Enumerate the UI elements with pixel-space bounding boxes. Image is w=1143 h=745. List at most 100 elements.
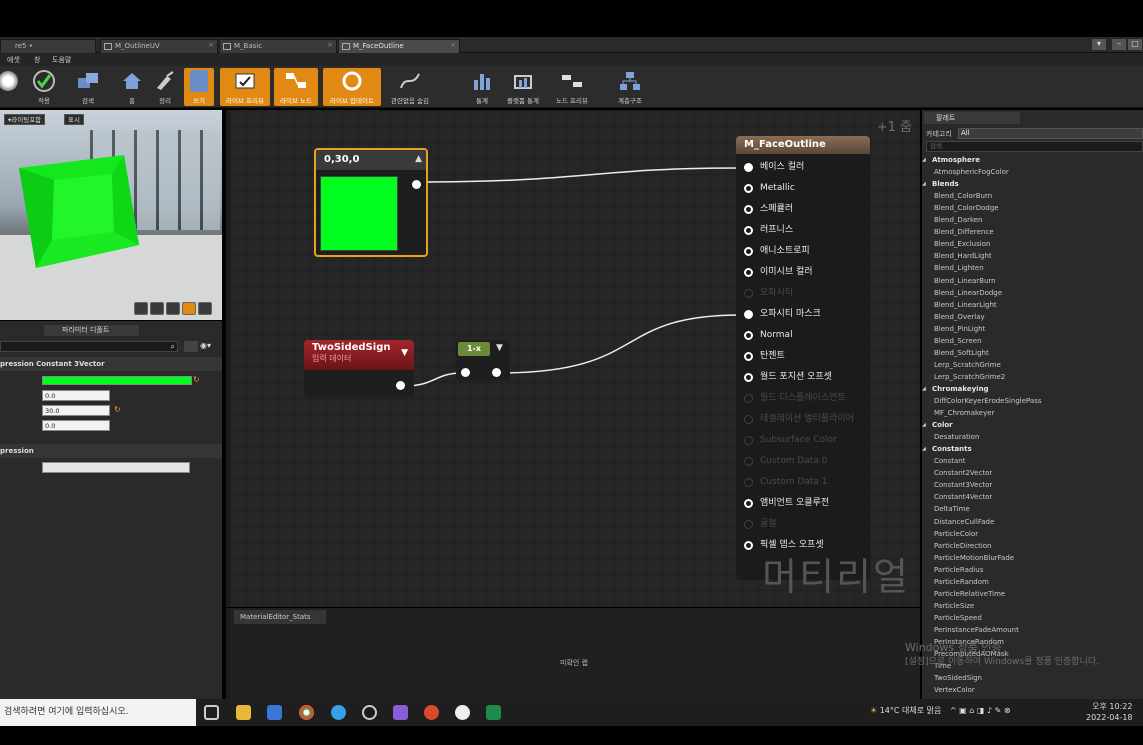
palette-item[interactable]: Lerp_ScratchGrime2 xyxy=(934,373,1005,381)
one-minus-input-pin[interactable] xyxy=(461,368,470,377)
clock[interactable]: 오후 10:22 2022-04-18 xyxy=(1086,701,1133,723)
palette-item[interactable]: Constant2Vector xyxy=(934,469,992,477)
task-view-icon[interactable] xyxy=(204,705,219,720)
palette-item[interactable]: Blend_LinearBurn xyxy=(934,277,996,285)
chrome-icon[interactable] xyxy=(299,705,314,720)
close-icon[interactable]: × xyxy=(208,41,214,49)
material-input-pin[interactable] xyxy=(744,226,753,235)
material-input-pin[interactable] xyxy=(744,331,753,340)
platform-stats-button[interactable]: 플랫폼 통계 xyxy=(500,68,546,106)
palette-item[interactable]: ParticleSize xyxy=(934,602,974,610)
palette-item[interactable]: ParticleColor xyxy=(934,530,978,538)
material-input-pin[interactable] xyxy=(744,541,753,550)
collapse-icon[interactable]: ▲ xyxy=(415,154,422,164)
live-update-button[interactable]: 라이브 업데이트 xyxy=(323,68,381,106)
palette-item[interactable]: PerInstanceFadeAmount xyxy=(934,626,1019,634)
category-select[interactable]: All xyxy=(958,128,1143,139)
material-input-pin[interactable] xyxy=(744,163,753,172)
palette-item[interactable]: Constant3Vector xyxy=(934,481,992,489)
palette-item[interactable]: Blend_LinearDodge xyxy=(934,289,1002,297)
palette-category[interactable]: Color xyxy=(926,421,953,429)
palette-item[interactable]: Blend_ColorBurn xyxy=(934,192,992,200)
palette-item[interactable]: Blend_Difference xyxy=(934,228,994,236)
palette-category[interactable]: Constants xyxy=(926,445,972,453)
palette-item[interactable]: Blend_Screen xyxy=(934,337,982,345)
palette-item[interactable]: ParticleMotionBlurFade xyxy=(934,554,1014,562)
close-icon[interactable]: × xyxy=(327,41,333,49)
obs-icon[interactable] xyxy=(362,705,377,720)
palette-item[interactable]: Blend_Exclusion xyxy=(934,240,990,248)
b-value-field[interactable]: 0.0 xyxy=(42,420,110,431)
clean-up-button[interactable]: 정리 xyxy=(143,68,187,106)
help-icon[interactable]: ▾ xyxy=(1092,39,1106,50)
excel-icon[interactable] xyxy=(486,705,501,720)
tray-icons[interactable]: ^ ▣ ⌂ ◨ ♪ ✎ ⊗ xyxy=(950,706,1011,715)
details-search-input[interactable]: ⌕ xyxy=(0,341,178,352)
palette-item[interactable]: AtmosphericFogColor xyxy=(934,168,1009,176)
file-explorer-icon[interactable] xyxy=(236,705,251,720)
minimize-icon[interactable]: – xyxy=(1112,39,1126,50)
twosidedsign-output-pin[interactable] xyxy=(396,381,405,390)
palette-item[interactable]: Blend_Overlay xyxy=(934,313,985,321)
office-icon[interactable] xyxy=(424,705,439,720)
palette-item[interactable]: Constant xyxy=(934,457,965,465)
preview-viewport[interactable]: ▾라이팅포함 표시 xyxy=(0,110,222,320)
browse-button[interactable]: 검색 xyxy=(66,68,110,106)
palette-category[interactable]: Blends xyxy=(926,180,959,188)
material-input-pin[interactable] xyxy=(744,352,753,361)
plane-icon[interactable] xyxy=(166,302,180,315)
tab-m-faceoutline[interactable]: M_FaceOutline × xyxy=(338,39,460,53)
tab-material-editor-stats[interactable]: MaterialEditor_Stats xyxy=(234,610,326,624)
apply-button[interactable]: 적용 xyxy=(22,68,66,106)
menu-window[interactable]: 창 xyxy=(34,55,40,65)
material-input-pin[interactable] xyxy=(744,205,753,214)
tab-m-outlineuv[interactable]: M_OutlineUV × xyxy=(100,39,218,53)
lit-mode-button[interactable]: ▾라이팅포함 xyxy=(4,114,46,125)
eye-icon[interactable]: ◉▾ xyxy=(200,341,218,352)
write-button[interactable]: 쓰기 xyxy=(184,68,214,106)
live-nodes-button[interactable]: 라이브 노드 xyxy=(274,68,318,106)
tab-m-basic[interactable]: M_Basic × xyxy=(219,39,337,53)
material-input-pin[interactable] xyxy=(744,268,753,277)
expand-arrow-icon[interactable]: ◢ xyxy=(922,181,926,187)
palette-item[interactable]: VertexColor xyxy=(934,686,975,694)
expand-arrow-icon[interactable]: ◢ xyxy=(922,157,926,163)
menu-help[interactable]: 도움말 xyxy=(52,55,71,65)
palette-item[interactable]: ParticleRadius xyxy=(934,566,983,574)
constant-output-pin[interactable] xyxy=(412,180,421,189)
tab-parameter-defaults[interactable]: 파라미터 디폴트 xyxy=(44,325,139,336)
material-input-pin[interactable] xyxy=(744,184,753,193)
taskbar-search-input[interactable]: 검색하려면 여기에 입력하십시오. xyxy=(0,699,196,726)
cylinder-icon[interactable] xyxy=(134,302,148,315)
section-constant3vector[interactable]: pression Constant 3Vector xyxy=(0,357,222,371)
hierarchy-button[interactable]: 계층구조 xyxy=(608,68,652,106)
sphere-icon[interactable] xyxy=(150,302,164,315)
expand-arrow-icon[interactable]: ◢ xyxy=(922,386,926,392)
palette-item[interactable]: Blend_SoftLight xyxy=(934,349,989,357)
twosidedsign-node[interactable]: TwoSidedSign 입력 데이터 ▼ xyxy=(304,340,414,397)
material-input-pin[interactable] xyxy=(744,310,753,319)
chevron-down-icon[interactable]: ▼ xyxy=(496,343,503,353)
palette-item[interactable]: ParticleSpeed xyxy=(934,614,982,622)
show-button[interactable]: 표시 xyxy=(64,114,84,125)
description-field[interactable] xyxy=(42,462,190,473)
palette-item[interactable]: Blend_PinLight xyxy=(934,325,985,333)
menu-asset[interactable]: 애셋 xyxy=(7,55,20,65)
palette-item[interactable]: ParticleRelativeTime xyxy=(934,590,1005,598)
store-icon[interactable] xyxy=(267,705,282,720)
palette-item[interactable]: MF_Chromakeyer xyxy=(934,409,994,417)
stats-button[interactable]: 통계 xyxy=(460,68,504,106)
reset-icon[interactable]: ↻ xyxy=(114,405,121,414)
one-minus-output-pin[interactable] xyxy=(492,368,501,377)
palette-item[interactable]: DeltaTime xyxy=(934,505,970,513)
palette-search-input[interactable]: 검색 xyxy=(926,141,1143,152)
one-minus-node[interactable]: 1-x ▼ xyxy=(456,340,510,381)
constant3vector-node[interactable]: 0,30,0 ▲ xyxy=(314,148,428,257)
tab-palette[interactable]: 팔레트 xyxy=(924,112,1020,124)
palette-item[interactable]: TwoSidedSign xyxy=(934,674,982,682)
palette-item[interactable]: Blend_LinearLight xyxy=(934,301,997,309)
palette-item[interactable]: Desaturation xyxy=(934,433,979,441)
palette-category[interactable]: Atmosphere xyxy=(926,156,980,164)
section-expression[interactable]: pression xyxy=(0,444,222,458)
expand-arrow-icon[interactable]: ◢ xyxy=(922,446,926,452)
